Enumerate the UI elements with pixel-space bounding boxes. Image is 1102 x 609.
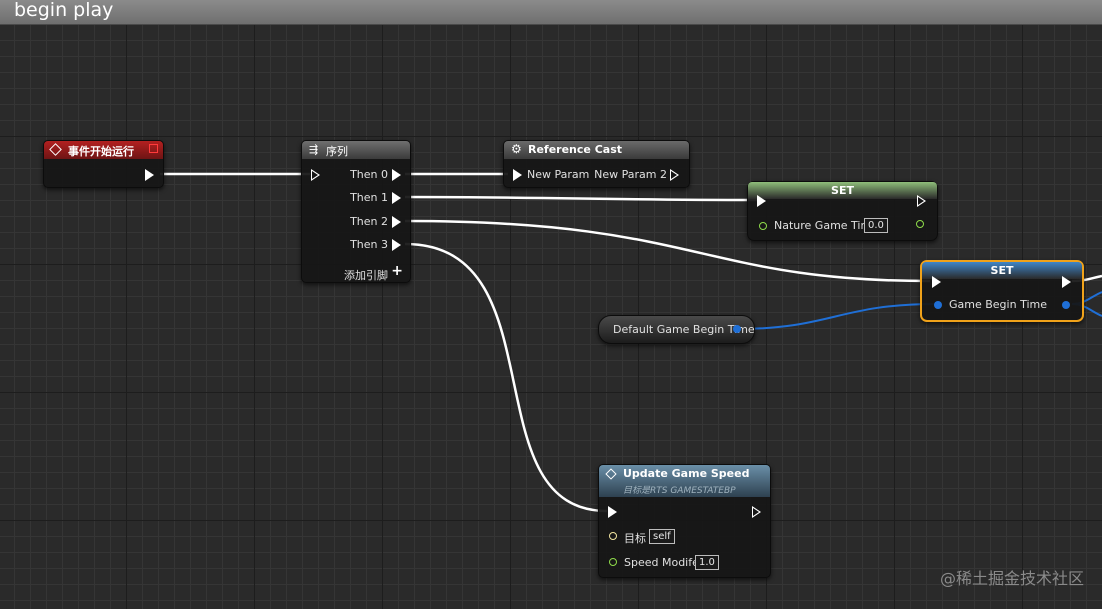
sequence-then2-pin[interactable] [392,216,401,228]
reference-cast-node[interactable]: ⚙ Reference Cast New Param New Param 2 [503,140,690,188]
update-speed-target-field[interactable]: self [649,529,675,544]
set-nature-float-out-pin[interactable] [916,220,924,228]
gear-icon: ⚙ [511,142,522,156]
update-speed-target-pin[interactable] [609,532,617,540]
sequence-then1-label: Then 1 [350,191,388,204]
sequence-then2-label: Then 2 [350,215,388,228]
set-nature-exec-in-pin[interactable] [757,195,766,207]
reference-cast-out-pin[interactable] [670,169,679,181]
sequence-then1-pin[interactable] [392,192,401,204]
event-node-header: 事件开始运行 [44,141,163,159]
sequence-then3-pin[interactable] [392,239,401,251]
update-speed-title: Update Game Speed [623,467,750,480]
sequence-node-title: 序列 [326,145,348,158]
update-speed-exec-in-pin[interactable] [608,506,617,518]
update-speed-modifier-pin[interactable] [609,558,617,566]
event-diamond-icon [49,143,62,156]
reference-cast-header: ⚙ Reference Cast [504,141,689,159]
set-game-begin-time-node[interactable]: SET Game Begin Time [920,260,1084,322]
set-begin-time-out-pin[interactable] [1062,301,1070,309]
set-nature-exec-out-pin[interactable] [917,195,926,207]
set-begin-header: SET [922,262,1082,279]
function-diamond-icon [605,468,617,480]
sequence-then3-label: Then 3 [350,238,388,251]
set-begin-time-in-pin[interactable] [934,301,942,309]
default-begin-out-pin[interactable] [733,325,741,333]
sequence-icon: ⇶ [309,143,319,156]
wire-then1-to-set-nature [404,195,758,202]
update-speed-header: Update Game Speed 目标是RTS GAMESTATEBP [599,465,770,497]
set-nature-float-in-pin[interactable] [759,222,767,230]
watermark: @稀土掘金技术社区 [939,569,1084,588]
event-exec-out-pin[interactable] [145,169,154,181]
set-begin-exec-in-pin[interactable] [932,276,941,288]
update-game-speed-node[interactable]: Update Game Speed 目标是RTS GAMESTATEBP 目标 … [598,464,771,578]
reference-cast-in-pin[interactable] [513,169,522,181]
event-begin-play-node[interactable]: 事件开始运行 [43,140,164,188]
set-nature-pin-label: Nature Game Time [774,219,878,232]
update-speed-exec-out-pin[interactable] [752,506,761,518]
delegate-pin-icon[interactable] [149,144,158,153]
update-speed-subtitle: 目标是RTS GAMESTATEBP [623,486,736,496]
sequence-exec-in-pin[interactable] [311,169,320,181]
set-begin-title: SET [990,264,1014,277]
set-nature-header: SET [748,182,937,199]
default-game-begin-time-node[interactable]: Default Game Begin Time [598,315,755,344]
reference-cast-out-label: New Param 2 [594,168,667,181]
sequence-then0-pin[interactable] [392,169,401,181]
update-speed-modifier-field[interactable]: 1.0 [695,555,719,570]
sequence-then0-label: Then 0 [350,168,388,181]
add-pin-label[interactable]: 添加引脚 [344,267,388,283]
sequence-node-header: ⇶ 序列 [302,141,410,159]
wire-then3-to-update [404,242,608,513]
sequence-node[interactable]: ⇶ 序列 Then 0 Then 1 Then 2 Then 3 添加引脚 + [301,140,411,283]
set-begin-pin-label: Game Begin Time [949,298,1047,311]
set-nature-title: SET [831,184,854,197]
update-speed-modifier-label: Speed Modifer [624,556,704,569]
event-node-title: 事件开始运行 [68,145,134,158]
set-nature-value-field[interactable]: 0.0 [864,218,888,233]
wire-default-to-begin-time [736,303,936,330]
update-speed-target-label: 目标 [624,532,646,545]
reference-cast-in-label: New Param [527,168,590,181]
set-begin-exec-out-pin[interactable] [1062,276,1071,288]
add-pin-plus-icon[interactable]: + [391,263,403,279]
reference-cast-title: Reference Cast [528,143,623,156]
set-nature-game-time-node[interactable]: SET Nature Game Time 0.0 [747,181,938,241]
